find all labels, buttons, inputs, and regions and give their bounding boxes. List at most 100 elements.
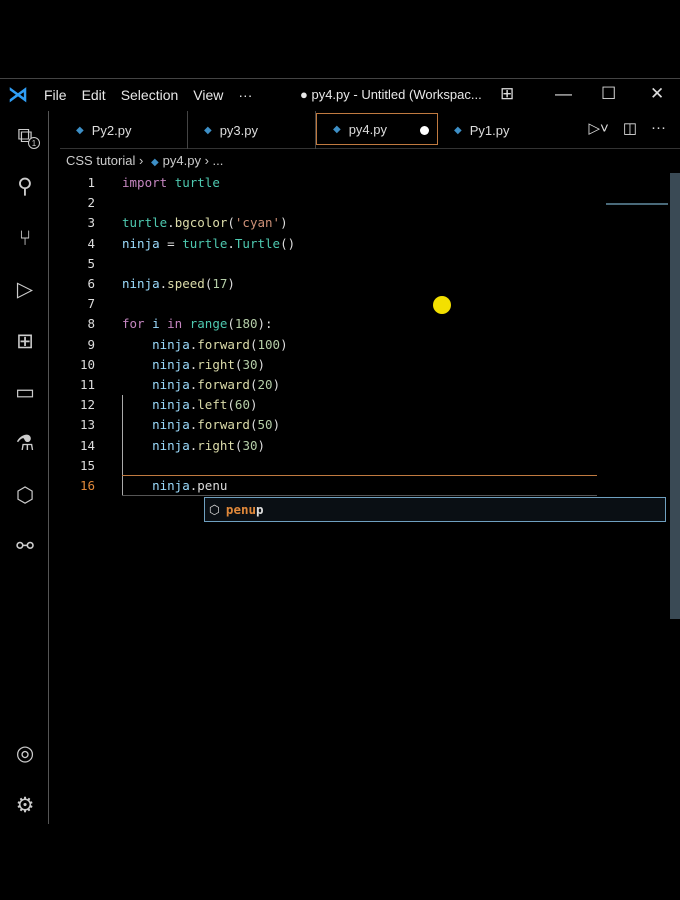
line-number: 13 — [79, 417, 95, 433]
code-token: right — [197, 437, 235, 453]
code-line: import turtle — [122, 175, 220, 190]
menu-more[interactable]: ··· — [238, 87, 252, 103]
breadcrumb-more[interactable]: ... — [213, 153, 224, 168]
line-number: 12 — [79, 397, 95, 413]
more-actions-icon[interactable]: ··· — [651, 119, 666, 137]
tab-py4[interactable]: ◆ py4.py — [316, 113, 438, 145]
search-icon[interactable]: ⚲ — [12, 174, 38, 200]
line-number: 3 — [87, 215, 95, 231]
tree-icon[interactable]: ⚯ — [12, 534, 38, 560]
tab-py3[interactable]: ◆ py3.py — [188, 111, 316, 149]
code-token: ninja — [152, 437, 190, 453]
method-icon: ⬡ — [209, 502, 220, 517]
code-token: 30 — [242, 356, 258, 372]
cube-icon[interactable]: ⬡ — [12, 483, 38, 509]
code-line: ninja.speed(17) — [122, 276, 235, 291]
explorer-icon[interactable]: ⧉ 1 — [12, 123, 40, 149]
code-token: forward — [197, 377, 250, 392]
extensions-icon[interactable]: ⊞ — [12, 329, 38, 355]
code-line: ninja = turtle.Turtle() — [122, 236, 295, 251]
code-editor[interactable]: 1 import turtle 2 3 turtle.bgcolor('cyan') 4 n… — [49, 173, 680, 823]
remote-explorer-icon[interactable]: ▭ — [12, 380, 38, 406]
tab-bar: ◆ Py2.py ◆ py3.py ◆ py4.py ◆ Py1.py — [60, 111, 680, 149]
code-token: range — [189, 316, 228, 332]
code-token: bgcolor — [174, 215, 228, 231]
window-title: ● py4.py - Untitled (Workspac... — [300, 87, 482, 102]
line-number: 4 — [87, 235, 95, 251]
code-token: ) — [272, 417, 281, 433]
code-line: ninja.right(30) — [122, 357, 265, 372]
code-token: 17 — [212, 276, 228, 291]
vscode-logo-icon: ⋊ — [8, 84, 28, 106]
line-number: 5 — [87, 255, 95, 271]
line-number: 11 — [79, 377, 95, 392]
python-icon: ◆ — [454, 124, 462, 136]
code-token: 30 — [242, 437, 258, 453]
minimap[interactable] — [606, 175, 668, 205]
run-debug-icon[interactable]: ▷ — [12, 277, 38, 303]
code-token: speed — [167, 276, 205, 291]
code-token: 50 — [257, 417, 273, 433]
code-token: ninja — [122, 235, 160, 251]
code-token: ) — [272, 377, 281, 392]
code-token: ( — [249, 377, 258, 392]
source-control-icon[interactable]: ⑂ — [12, 226, 38, 252]
line-number: 15 — [79, 457, 95, 473]
code-token: . — [227, 235, 235, 251]
code-token: for — [122, 316, 145, 332]
menu-view[interactable]: View — [193, 87, 223, 103]
tab-label: py3.py — [219, 122, 259, 138]
code-token: ninja — [152, 478, 190, 493]
code-token: turtle — [174, 175, 220, 190]
code-line: ninja.right(30) — [122, 438, 265, 453]
editor-actions: ▷˅ ◫ ··· — [589, 119, 666, 137]
split-editor-icon[interactable]: ◫ — [623, 119, 637, 137]
maximize-button[interactable]: ☐ — [601, 84, 616, 104]
suggestion-rest: p — [256, 502, 264, 517]
tab-py1[interactable]: ◆ Py1.py — [438, 111, 566, 149]
code-token: 180 — [234, 316, 258, 332]
line-number: 16 — [79, 478, 95, 493]
code-token: ninja — [152, 336, 190, 352]
menu-selection[interactable]: Selection — [121, 87, 179, 103]
line-number: 9 — [87, 336, 95, 352]
tab-label: Py1.py — [469, 122, 510, 138]
testing-icon[interactable]: ⚗ — [12, 431, 38, 457]
autocomplete-suggestion[interactable]: ⬡ penu p — [204, 497, 666, 522]
vertical-scrollbar[interactable] — [670, 173, 680, 619]
line-number: 2 — [87, 195, 95, 211]
code-line: for i in range(180): — [122, 316, 273, 331]
vscode-window: ⋊ File Edit Selection View ··· ● py4.py … — [0, 78, 680, 824]
python-icon: ◆ — [76, 124, 84, 136]
code-token: .penu — [189, 478, 228, 493]
minimize-button[interactable]: — — [555, 84, 572, 104]
run-icon[interactable]: ▷˅ — [589, 119, 609, 137]
layout-icon[interactable]: ⊞ — [500, 84, 514, 104]
menu-file[interactable]: File — [44, 87, 67, 103]
account-icon[interactable]: ◎ — [12, 741, 38, 767]
breadcrumb-folder[interactable]: CSS tutorial — [66, 153, 135, 168]
activity-bar: ⧉ 1 ⚲ ⑂ ▷ ⊞ ▭ ⚗ ⬡ ⚯ ◎ ⚙ — [0, 111, 49, 824]
menu-edit[interactable]: Edit — [82, 87, 106, 103]
python-icon: ◆ — [204, 124, 212, 136]
close-button[interactable]: ✕ — [650, 84, 664, 104]
code-token: Turtle — [234, 235, 281, 251]
code-token: ( — [249, 417, 258, 433]
code-token: ( — [227, 397, 235, 413]
code-line: ninja.forward(50) — [122, 417, 280, 432]
tab-label: Py2.py — [91, 122, 132, 138]
code-token: i — [144, 316, 168, 332]
settings-gear-icon[interactable]: ⚙ — [12, 793, 38, 819]
code-token: 100 — [257, 336, 281, 352]
code-line: turtle.bgcolor('cyan') — [122, 215, 288, 230]
code-line: ninja.forward(20) — [122, 377, 280, 392]
line-number: 8 — [87, 316, 95, 332]
code-token: left — [197, 397, 228, 413]
code-token: forward — [197, 417, 250, 433]
tab-py2[interactable]: ◆ Py2.py — [60, 111, 188, 149]
code-token: in — [167, 316, 183, 332]
breadcrumb-file[interactable]: py4.py — [163, 153, 201, 168]
